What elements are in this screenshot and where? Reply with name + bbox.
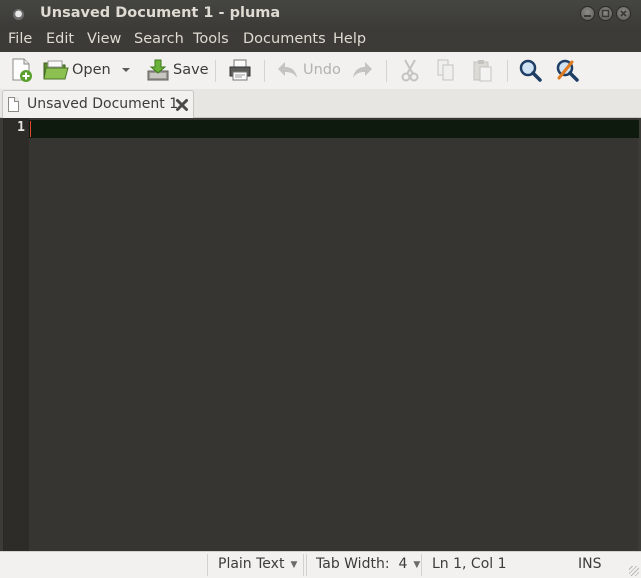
window-title: Unsaved Document 1 - pluma <box>40 5 281 21</box>
tab-width-label: Tab Width: 4 <box>316 556 408 572</box>
save-label: Save <box>173 62 209 78</box>
toolbar-separator <box>507 60 508 82</box>
redo-icon <box>353 62 372 78</box>
undo-button[interactable]: Undo <box>276 56 341 84</box>
close-icon <box>620 10 627 17</box>
toolbar-separator <box>215 60 216 82</box>
save-icon <box>147 59 169 81</box>
undo-label: Undo <box>303 62 341 78</box>
chevron-down-icon: ▼ <box>413 560 421 570</box>
copy-icon <box>437 59 454 81</box>
chevron-down-icon <box>122 68 130 72</box>
toolbar: Open Save Undo <box>0 52 641 89</box>
find-button[interactable] <box>518 56 542 84</box>
language-selector[interactable]: Plain Text ▼ <box>207 554 304 576</box>
cursor-position: Ln 1, Col 1 <box>432 556 507 572</box>
document-icon <box>8 97 19 112</box>
resize-grip[interactable] <box>629 566 639 576</box>
status-bar: Plain Text ▼ Tab Width: 4 ▼ Ln 1, Col 1 IN… <box>0 551 641 578</box>
open-button[interactable]: Open <box>43 56 111 84</box>
new-button[interactable] <box>10 56 34 84</box>
tab-close-icon[interactable] <box>175 95 189 116</box>
text-editor[interactable]: 1 <box>3 118 639 551</box>
find-replace-icon <box>556 59 579 82</box>
current-line-highlight <box>29 120 639 138</box>
toolbar-separator <box>264 60 265 82</box>
copy-button[interactable] <box>435 56 457 84</box>
printer-icon <box>229 59 251 81</box>
open-folder-icon <box>43 60 69 80</box>
tab-unsaved-document-1[interactable]: Unsaved Document 1 <box>2 90 194 118</box>
insert-mode: INS <box>578 556 602 572</box>
line-number-gutter: 1 <box>4 118 29 551</box>
close-icon <box>176 99 188 111</box>
window-menu-icon[interactable] <box>13 9 24 20</box>
scissors-icon <box>401 59 419 82</box>
undo-icon <box>278 62 297 78</box>
open-label: Open <box>72 62 111 78</box>
tab-label: Unsaved Document 1 <box>27 96 179 112</box>
paste-button[interactable] <box>471 56 493 84</box>
paste-icon <box>473 60 492 82</box>
title-bar[interactable]: Unsaved Document 1 - pluma <box>0 0 641 28</box>
menu-search[interactable]: Search <box>134 31 184 47</box>
new-document-icon <box>12 58 32 82</box>
menu-bar: File Edit View Search Tools Documents He… <box>0 28 641 52</box>
menu-documents[interactable]: Documents <box>243 31 326 47</box>
toolbar-separator <box>386 60 387 82</box>
menu-file[interactable]: File <box>8 31 32 47</box>
close-button[interactable] <box>616 6 631 21</box>
minimize-button[interactable] <box>580 6 595 21</box>
save-button[interactable]: Save <box>146 56 209 84</box>
language-label: Plain Text <box>218 556 285 572</box>
maximize-icon <box>601 9 610 18</box>
chevron-down-icon: ▼ <box>290 560 298 570</box>
menu-tools[interactable]: Tools <box>193 31 229 47</box>
print-button[interactable] <box>228 56 252 84</box>
tab-width-selector[interactable]: Tab Width: 4 ▼ <box>306 554 422 576</box>
minimize-icon <box>584 15 591 17</box>
maximize-button[interactable] <box>598 6 613 21</box>
find-icon <box>519 59 542 82</box>
find-replace-button[interactable] <box>555 56 579 84</box>
document-tabs: Unsaved Document 1 <box>0 89 641 118</box>
cut-button[interactable] <box>399 56 421 84</box>
menu-edit[interactable]: Edit <box>46 31 74 47</box>
redo-button[interactable] <box>350 56 374 84</box>
open-recent-dropdown[interactable] <box>120 56 132 84</box>
menu-help[interactable]: Help <box>333 31 366 47</box>
menu-view[interactable]: View <box>87 31 121 47</box>
line-number: 1 <box>17 120 25 135</box>
text-cursor <box>30 121 31 137</box>
